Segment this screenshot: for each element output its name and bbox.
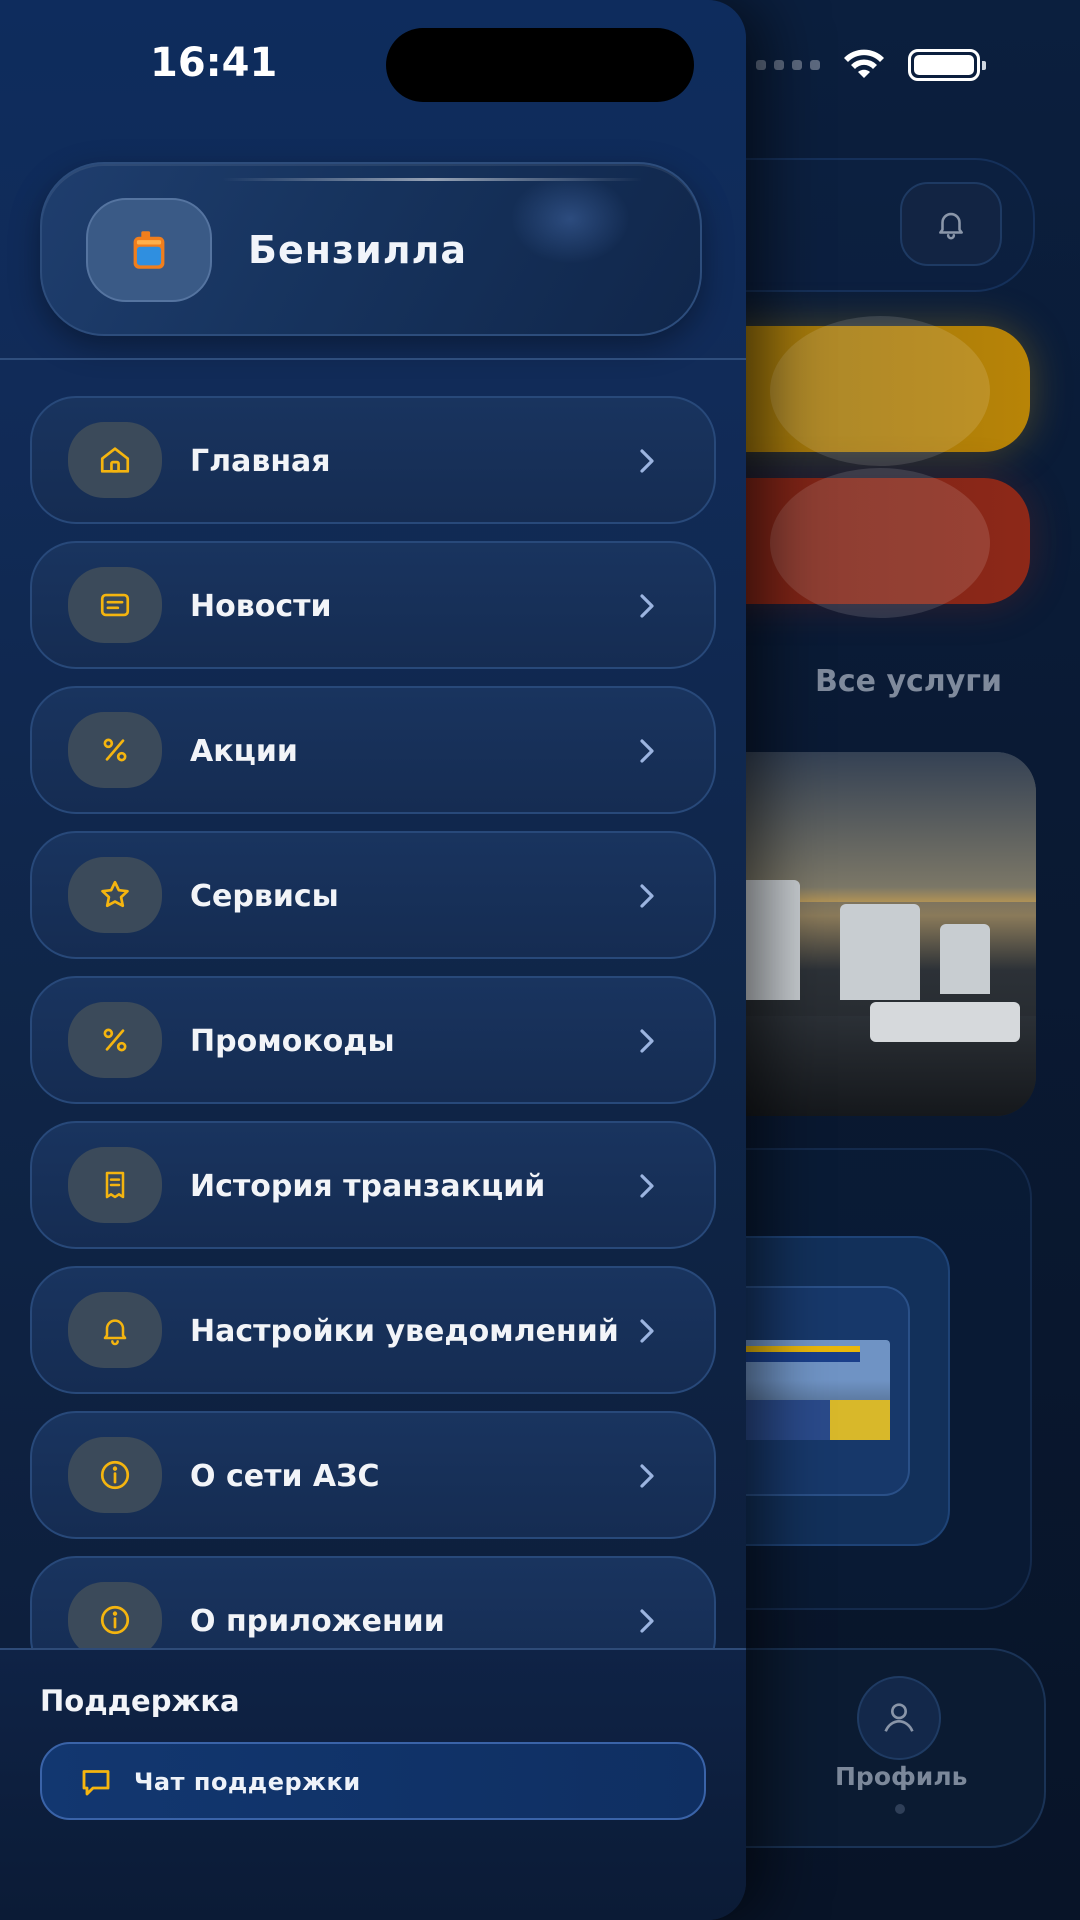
brand-name: Бензилла bbox=[248, 228, 468, 272]
bell-icon bbox=[68, 1292, 162, 1368]
support-chat-button[interactable]: Чат поддержки bbox=[40, 1742, 706, 1820]
menu-item-label: Главная bbox=[190, 444, 331, 479]
status-indicators bbox=[756, 48, 986, 82]
user-icon bbox=[884, 1703, 914, 1732]
menu-item-label: Промокоды bbox=[190, 1024, 395, 1059]
battery-icon bbox=[908, 49, 986, 81]
support-title: Поддержка bbox=[40, 1684, 240, 1718]
menu-item-promotions[interactable]: Акции bbox=[30, 686, 716, 814]
info-icon bbox=[68, 1437, 162, 1513]
cellular-signal-icon bbox=[756, 60, 820, 70]
chevron-right-icon bbox=[630, 732, 664, 770]
chevron-right-icon bbox=[630, 1167, 664, 1205]
menu-item-services[interactable]: Сервисы bbox=[30, 831, 716, 959]
header-divider bbox=[0, 358, 746, 360]
menu-item-label: Настройки уведомлений bbox=[190, 1314, 619, 1349]
support-chat-label: Чат поддержки bbox=[134, 1768, 361, 1796]
menu-item-label: Акции bbox=[190, 734, 298, 769]
bell-icon bbox=[939, 212, 963, 240]
chat-bubble-icon bbox=[78, 1764, 114, 1804]
chevron-right-icon bbox=[630, 442, 664, 480]
receipt-icon bbox=[68, 1147, 162, 1223]
chevron-right-icon bbox=[630, 877, 664, 915]
home-icon bbox=[68, 422, 162, 498]
bg-notifications-button bbox=[900, 182, 1002, 266]
support-section: Поддержка Чат поддержки bbox=[0, 1648, 746, 1920]
dynamic-island bbox=[386, 28, 694, 102]
brand-header[interactable]: Бензилла bbox=[40, 162, 702, 336]
star-icon bbox=[68, 857, 162, 933]
navigation-drawer: 16:41 Бензилла Главная Новости Акции Сер… bbox=[0, 0, 746, 1920]
menu-item-promocodes[interactable]: Промокоды bbox=[30, 976, 716, 1104]
chevron-right-icon bbox=[630, 1457, 664, 1495]
menu-item-label: О приложении bbox=[190, 1604, 445, 1639]
menu-item-label: О сети АЗС bbox=[190, 1459, 380, 1494]
chevron-right-icon bbox=[630, 587, 664, 625]
menu-list: Главная Новости Акции Сервисы Промокоды … bbox=[30, 396, 716, 1648]
percent-icon bbox=[68, 712, 162, 788]
chevron-right-icon bbox=[630, 1602, 664, 1640]
percent-icon bbox=[68, 1002, 162, 1078]
menu-item-home[interactable]: Главная bbox=[30, 396, 716, 524]
menu-item-notification-settings[interactable]: Настройки уведомлений bbox=[30, 1266, 716, 1394]
chevron-right-icon bbox=[630, 1312, 664, 1350]
chevron-right-icon bbox=[630, 1022, 664, 1060]
menu-item-label: Новости bbox=[190, 589, 332, 624]
menu-item-about-network[interactable]: О сети АЗС bbox=[30, 1411, 716, 1539]
status-time: 16:41 bbox=[150, 40, 278, 86]
menu-item-label: Сервисы bbox=[190, 879, 339, 914]
wifi-icon bbox=[844, 49, 884, 78]
menu-item-label: История транзакций bbox=[190, 1169, 546, 1204]
menu-item-about-app[interactable]: О приложении bbox=[30, 1556, 716, 1648]
bg-tab-indicator bbox=[895, 1804, 905, 1814]
menu-item-transaction-history[interactable]: История транзакций bbox=[30, 1121, 716, 1249]
bg-all-services-link: Все услуги bbox=[815, 664, 1003, 699]
bg-profile-tab-icon bbox=[857, 1676, 941, 1760]
info-icon bbox=[68, 1582, 162, 1648]
news-icon bbox=[68, 567, 162, 643]
menu-item-news[interactable]: Новости bbox=[30, 541, 716, 669]
bg-profile-tab-label: Профиль bbox=[835, 1762, 968, 1791]
fuel-canister-icon bbox=[86, 198, 212, 302]
